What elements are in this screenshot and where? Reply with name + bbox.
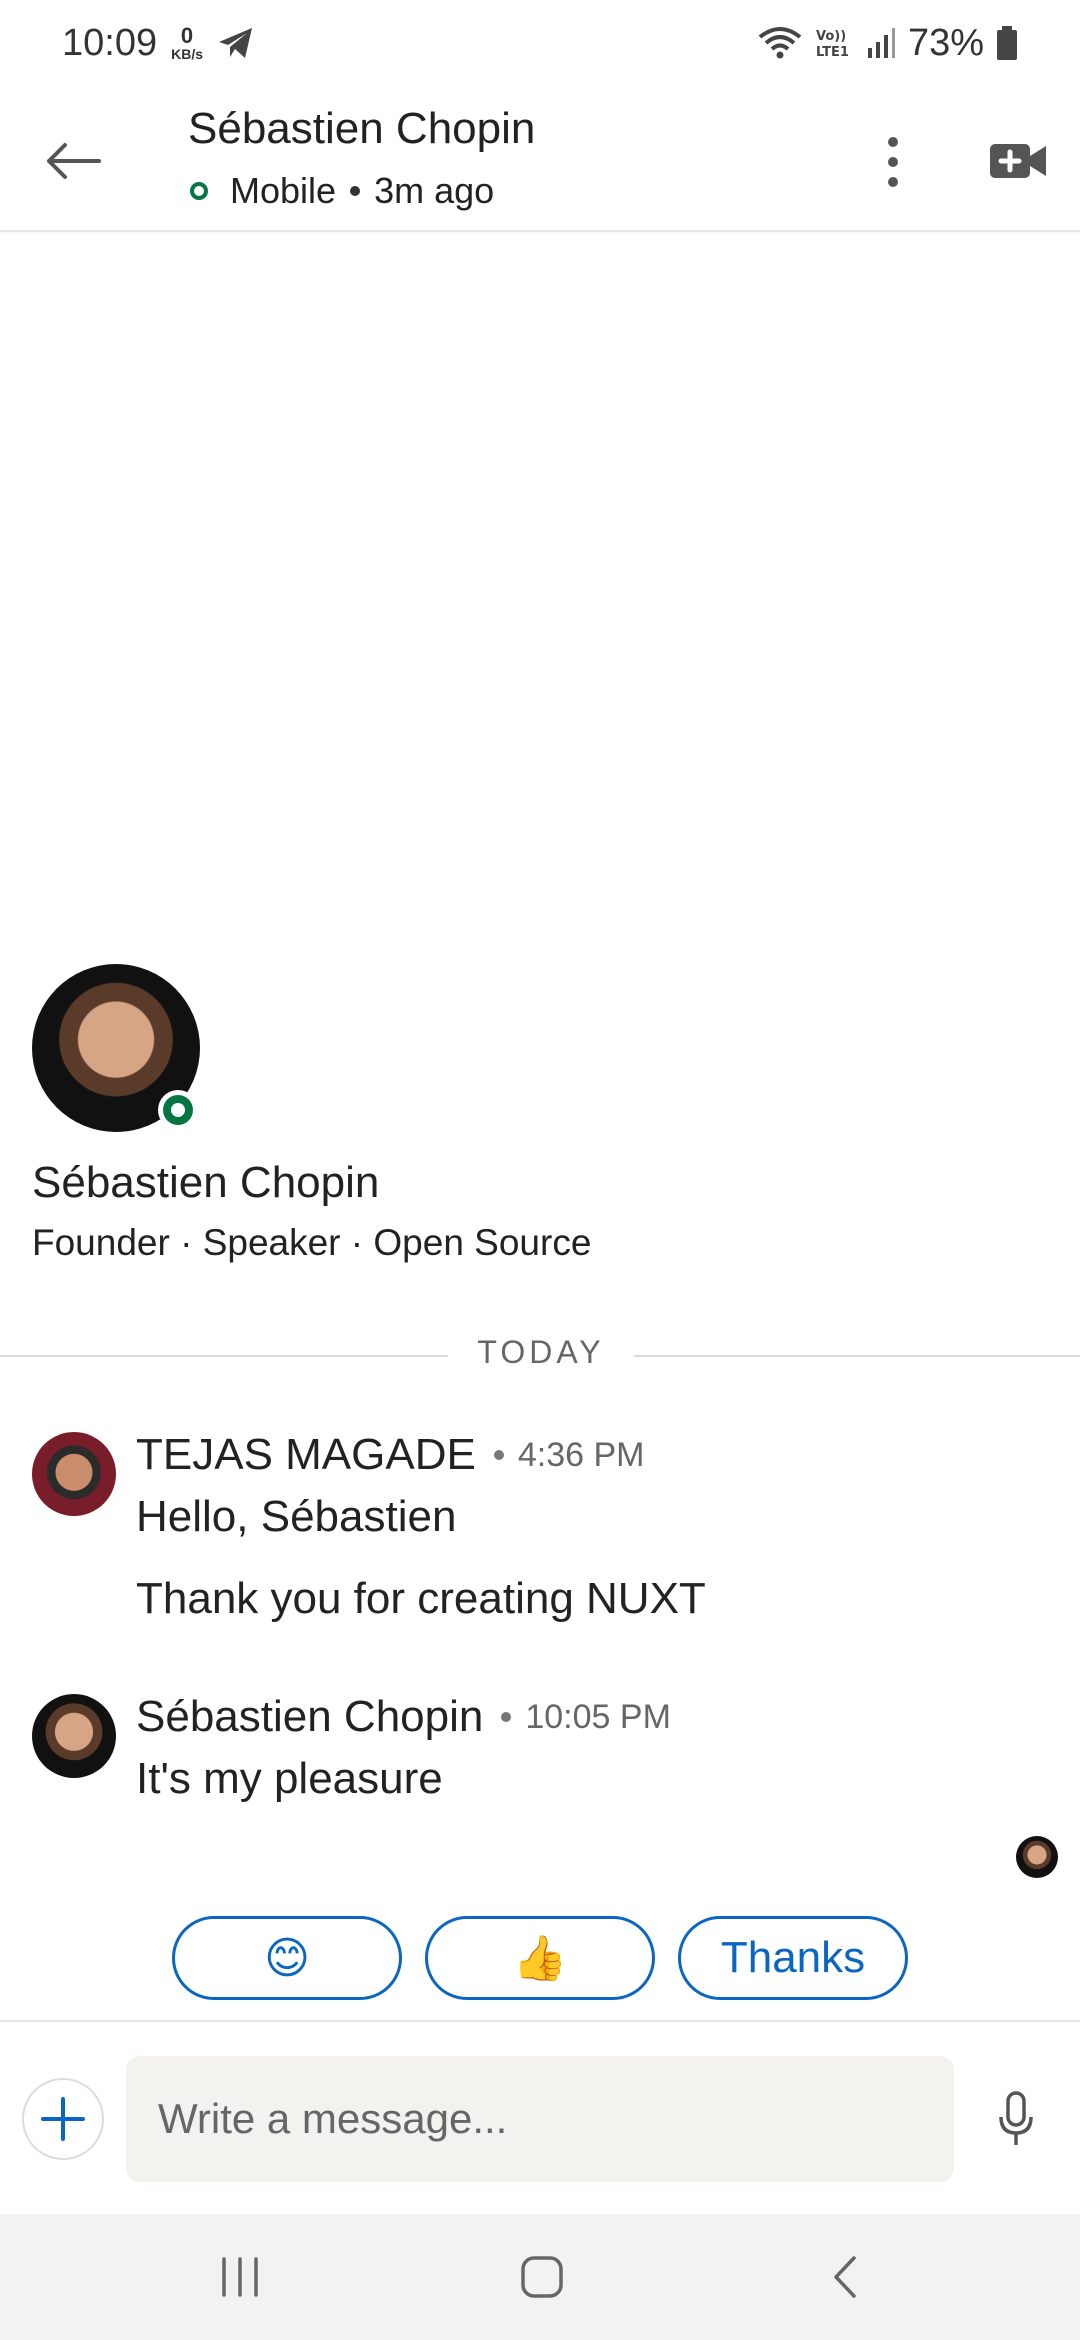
plus-icon	[41, 2097, 85, 2141]
system-nav-bar	[0, 2214, 1080, 2340]
signal-icon	[867, 28, 895, 58]
message-text[interactable]: Thank you for creating NUXT	[136, 1574, 706, 1624]
video-call-button[interactable]	[988, 136, 1048, 186]
last-active: 3m ago	[374, 170, 495, 211]
add-attachment-button[interactable]	[22, 2078, 104, 2160]
status-bar: 10:09 0 KB/s Vo)) LTE1 73%	[0, 0, 1080, 86]
status-time: 10:09	[62, 21, 158, 64]
status-right: Vo)) LTE1 73%	[758, 22, 1018, 65]
more-dots-icon	[888, 137, 898, 147]
separator-dot	[501, 1712, 512, 1722]
chevron-left-icon	[834, 2256, 856, 2298]
quick-reply-thanks[interactable]: Thanks	[678, 1916, 908, 2000]
message-text[interactable]: It's my pleasure	[136, 1754, 443, 1804]
recent-apps-icon	[222, 2257, 258, 2297]
system-back-button[interactable]	[806, 2240, 886, 2314]
battery-icon	[997, 26, 1017, 60]
conversation-header: Sébastien Chopin Mobile 3m ago	[0, 86, 1080, 232]
message-group: TEJAS MAGADE 4:36 PM Hello, Sébastien Th…	[0, 1430, 1080, 1640]
profile-name[interactable]: Sébastien Chopin	[32, 1158, 379, 1208]
sender-name[interactable]: Sébastien Chopin	[136, 1692, 483, 1742]
home-icon	[521, 2256, 563, 2298]
telegram-icon	[219, 28, 252, 58]
header-contact-name[interactable]: Sébastien Chopin	[188, 104, 535, 154]
net-speed-value: 0	[180, 23, 194, 48]
separator-dot	[493, 1450, 504, 1460]
recent-apps-button[interactable]	[200, 2240, 280, 2314]
read-receipt-avatar	[1016, 1836, 1058, 1878]
divider-line	[0, 1355, 448, 1357]
battery-percent: 73%	[907, 21, 984, 64]
message-header: Sébastien Chopin 10:05 PM	[136, 1692, 671, 1742]
online-indicator-icon	[163, 1095, 193, 1125]
online-indicator-icon	[190, 182, 208, 200]
net-speed: 0 KB/s	[171, 23, 203, 62]
microphone-icon	[999, 2091, 1033, 2145]
home-button[interactable]	[502, 2240, 582, 2314]
presence-device: Mobile	[230, 170, 337, 211]
profile-headline: Founder · Speaker · Open Source	[32, 1222, 592, 1263]
quick-replies: 😊 👍 Thanks	[0, 1916, 1080, 2000]
voice-message-button[interactable]	[990, 2078, 1042, 2160]
message-group: Sébastien Chopin 10:05 PM It's my pleasu…	[0, 1692, 1080, 1822]
svg-text:Vo)): Vo))	[816, 29, 846, 44]
back-arrow-icon	[47, 143, 101, 179]
message-input[interactable]	[126, 2056, 954, 2182]
message-text[interactable]: Hello, Sébastien	[136, 1492, 456, 1542]
more-options-button[interactable]	[868, 122, 918, 202]
message-header: TEJAS MAGADE 4:36 PM	[136, 1430, 644, 1480]
video-call-icon	[990, 144, 1046, 178]
status-left: 10:09 0 KB/s	[62, 22, 255, 65]
date-divider: TODAY	[0, 1334, 1080, 1378]
wifi-icon	[758, 27, 802, 59]
quick-reply-smile[interactable]: 😊	[172, 1916, 402, 2000]
back-button[interactable]	[38, 126, 108, 196]
presence-status: Mobile 3m ago	[190, 170, 494, 212]
volte-icon: Vo)) LTE1	[816, 29, 849, 60]
message-time: 10:05 PM	[525, 1697, 671, 1736]
sender-avatar[interactable]	[32, 1432, 116, 1516]
svg-text:LTE1: LTE1	[816, 45, 849, 60]
messaging-screen: 10:09 0 KB/s Vo)) LTE1 73% Sébastien Cho…	[0, 0, 1080, 2340]
quick-reply-thumbs-up[interactable]: 👍	[425, 1916, 655, 2000]
profile-online-badge	[158, 1090, 198, 1130]
sender-avatar[interactable]	[32, 1694, 116, 1778]
divider-line	[634, 1355, 1080, 1357]
date-label: TODAY	[477, 1334, 605, 1370]
net-speed-unit: KB/s	[171, 46, 203, 62]
message-time: 4:36 PM	[517, 1435, 645, 1474]
message-composer	[0, 2020, 1080, 2214]
sender-name[interactable]: TEJAS MAGADE	[136, 1430, 476, 1480]
separator-dot	[350, 186, 361, 196]
